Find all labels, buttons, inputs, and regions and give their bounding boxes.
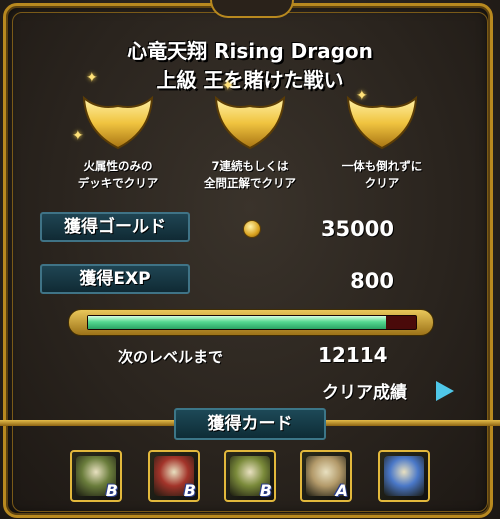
gold-crest-badge-icon — [214, 95, 286, 150]
gold-label: 獲得ゴールド — [40, 212, 190, 242]
gold-crest-badge-icon — [346, 95, 418, 150]
reward-card[interactable] — [378, 450, 430, 502]
exp-label: 獲得EXP — [40, 264, 190, 294]
achievement-badge-3 — [342, 92, 422, 152]
clear-record-button[interactable]: クリア成績 — [322, 378, 407, 403]
sparkle-icon: ✦ — [86, 70, 98, 86]
achievement-badge-2 — [210, 92, 290, 152]
reward-card[interactable]: A — [300, 450, 352, 502]
card-rank-label: B — [105, 481, 118, 500]
reward-card[interactable]: B — [224, 450, 276, 502]
exp-progress-fill — [88, 316, 387, 329]
next-level-value: 12114 — [318, 343, 388, 367]
cards-header: 獲得カード — [174, 408, 326, 440]
quest-title: 心竜天翔 Rising Dragon — [127, 39, 373, 63]
exp-progress-track — [87, 315, 417, 330]
badge-condition-3: 一体も倒れずに クリア — [341, 159, 423, 190]
treasure-card-icon — [384, 456, 424, 496]
reward-card[interactable]: B — [70, 450, 122, 502]
quest-difficulty-title: 上級 王を賭けた戦い — [156, 68, 344, 92]
badge-condition-1: 火属性のみの デッキでクリア — [77, 159, 159, 190]
card-rank-label: A — [335, 481, 348, 500]
gold-value: 35000 — [320, 217, 394, 241]
gold-crest-badge-icon — [82, 95, 154, 150]
top-ornament — [210, 0, 294, 18]
card-rank-label: B — [183, 481, 196, 500]
badge-condition-2: 7連続もしくは 全問正解でクリア — [204, 159, 296, 190]
reward-card[interactable]: B — [148, 450, 200, 502]
exp-value: 800 — [350, 269, 394, 293]
achievement-badge-1 — [78, 92, 158, 152]
exp-progress-bar — [68, 309, 434, 336]
card-rank-label: B — [259, 481, 272, 500]
play-arrow-icon[interactable] — [436, 381, 454, 401]
coin-icon — [243, 220, 261, 238]
next-level-label: 次のレベルまで — [118, 348, 224, 366]
